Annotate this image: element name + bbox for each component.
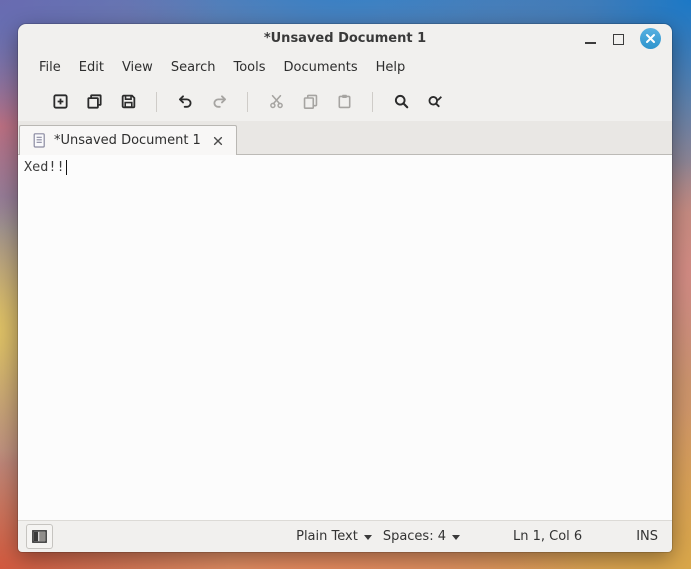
cursor-position-label: Ln 1, Col 6 [512,529,583,544]
document-icon [33,133,45,148]
text-cursor [65,160,68,175]
find-icon [394,94,408,109]
cursor-position-indicator: Ln 1, Col 6 [513,529,582,544]
tab-width-label: Spaces: 4 [382,529,446,544]
close-icon [646,33,655,43]
menu-edit[interactable]: Edit [70,55,113,80]
chevron-down-icon [451,535,460,540]
window-title: *Unsaved Document 1 [263,30,427,46]
menubar: File Edit View Search Tools Documents He… [18,52,672,82]
language-label: Plain Text [296,529,358,544]
input-mode-label: INS [636,529,658,544]
chevron-down-icon [363,535,372,540]
tabbar: *Unsaved Document 1 [18,121,672,155]
paste-button[interactable] [327,87,361,117]
cut-button[interactable] [259,87,293,117]
menu-file[interactable]: File [30,55,70,80]
paste-icon [337,94,351,109]
undo-button[interactable] [168,87,202,117]
editor-line-1: Xed!! [24,159,65,175]
tab-width-selector[interactable]: Spaces: 4 [383,529,460,544]
side-panel-icon [32,530,47,543]
window-controls [584,24,661,52]
toolbar [18,82,672,121]
tab-unsaved-document-1[interactable]: *Unsaved Document 1 [19,125,237,155]
toolbar-separator [372,91,373,112]
menu-documents[interactable]: Documents [275,55,367,80]
copy-icon [303,94,317,109]
redo-icon [213,95,226,108]
save-icon [121,94,135,109]
open-document-button[interactable] [77,87,111,117]
maximize-button[interactable] [612,30,625,46]
menu-view[interactable]: View [113,55,162,80]
close-icon [213,136,222,145]
toolbar-separator [156,91,157,112]
find-replace-button[interactable] [418,87,452,117]
menu-help[interactable]: Help [367,55,415,80]
copy-button[interactable] [293,87,327,117]
tab-close-button[interactable] [211,134,225,148]
editor-text-area[interactable]: Xed!! [18,155,672,520]
close-button[interactable] [640,27,661,49]
tab-label: *Unsaved Document 1 [54,133,201,148]
side-panel-toggle-button[interactable] [26,524,53,549]
menu-tools[interactable]: Tools [224,55,274,80]
titlebar[interactable]: *Unsaved Document 1 [18,24,672,52]
statusbar: Plain Text Spaces: 4 Ln 1, Col 6 INS [18,520,672,552]
minimize-icon [585,42,596,44]
language-selector[interactable]: Plain Text [296,529,372,544]
new-document-icon [52,94,68,109]
find-replace-icon [428,96,442,108]
menu-search[interactable]: Search [162,55,225,80]
maximize-icon [613,34,624,45]
redo-button[interactable] [202,87,236,117]
undo-icon [178,95,191,108]
xed-window: *Unsaved Document 1 File Edit View Searc… [18,24,672,552]
find-button[interactable] [384,87,418,117]
desktop-wallpaper: { "window": { "title": "*Unsaved Documen… [0,0,691,569]
save-button[interactable] [111,87,145,117]
input-mode-indicator: INS [636,529,658,544]
toolbar-separator [247,91,248,112]
open-document-icon [86,94,102,109]
minimize-button[interactable] [584,30,597,46]
cut-icon [269,94,283,109]
new-document-button[interactable] [43,87,77,117]
